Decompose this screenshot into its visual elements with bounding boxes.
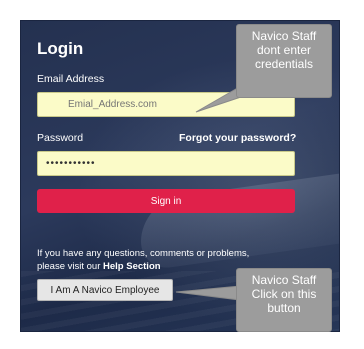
navico-employee-button[interactable]: I Am A Navico Employee bbox=[37, 279, 173, 301]
callout-1-line3: credentials bbox=[254, 57, 314, 71]
help-section-link[interactable]: Help Section bbox=[103, 261, 161, 272]
email-label: Email Address bbox=[37, 73, 105, 85]
callout-2-line1: Navico Staff bbox=[251, 273, 317, 287]
callout-1-line1: Navico Staff bbox=[251, 29, 317, 43]
callout-2-line3: button bbox=[267, 301, 301, 315]
callout-staff-credentials: Navico Staff dont enter credentials bbox=[236, 24, 332, 98]
help-text-prefix: please visit our bbox=[37, 261, 104, 272]
password-input[interactable] bbox=[37, 151, 295, 176]
callout-1-line2: dont enter bbox=[256, 43, 312, 57]
login-title: Login bbox=[37, 39, 84, 58]
help-text-line1: If you have any questions, comments or p… bbox=[37, 248, 250, 259]
sign-in-button[interactable]: Sign in bbox=[37, 189, 295, 213]
forgot-password-link[interactable]: Forgot your password? bbox=[179, 132, 296, 144]
password-label: Password bbox=[37, 132, 84, 144]
callout-staff-button: Navico Staff Click on this button bbox=[236, 268, 332, 332]
callout-2-line2: Click on this bbox=[251, 287, 317, 301]
